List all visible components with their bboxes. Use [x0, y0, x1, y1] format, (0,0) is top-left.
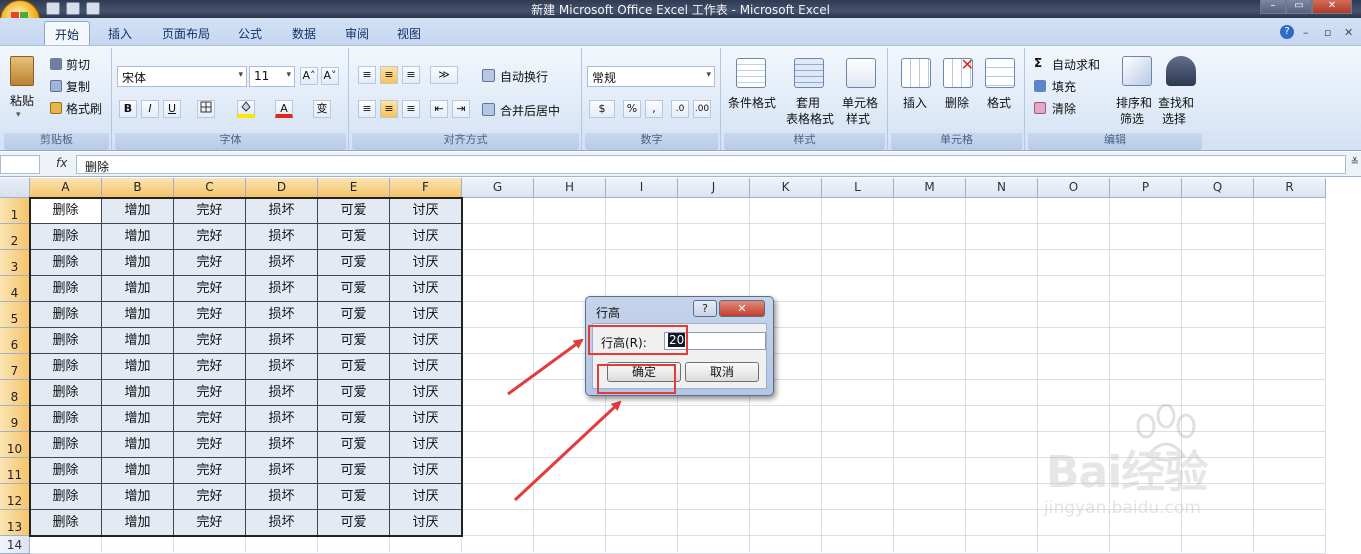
cancel-button[interactable]: 取消	[685, 362, 759, 382]
dialog-help-button[interactable]: ?	[693, 300, 717, 317]
arrow-to-row-height-field	[507, 338, 584, 396]
dialog-close-button[interactable]: ✕	[719, 300, 765, 317]
highlight-ok-button	[597, 364, 676, 394]
baidu-watermark: Bai经验 jingyan.baidu.com	[1030, 404, 1330, 534]
watermark-url: jingyan.baidu.com	[1044, 498, 1201, 518]
highlight-row-height-field	[588, 325, 688, 355]
watermark-brand: Bai经验	[1046, 447, 1208, 498]
dialog-title: 行高	[596, 306, 621, 320]
arrow-to-ok-button	[513, 400, 622, 502]
